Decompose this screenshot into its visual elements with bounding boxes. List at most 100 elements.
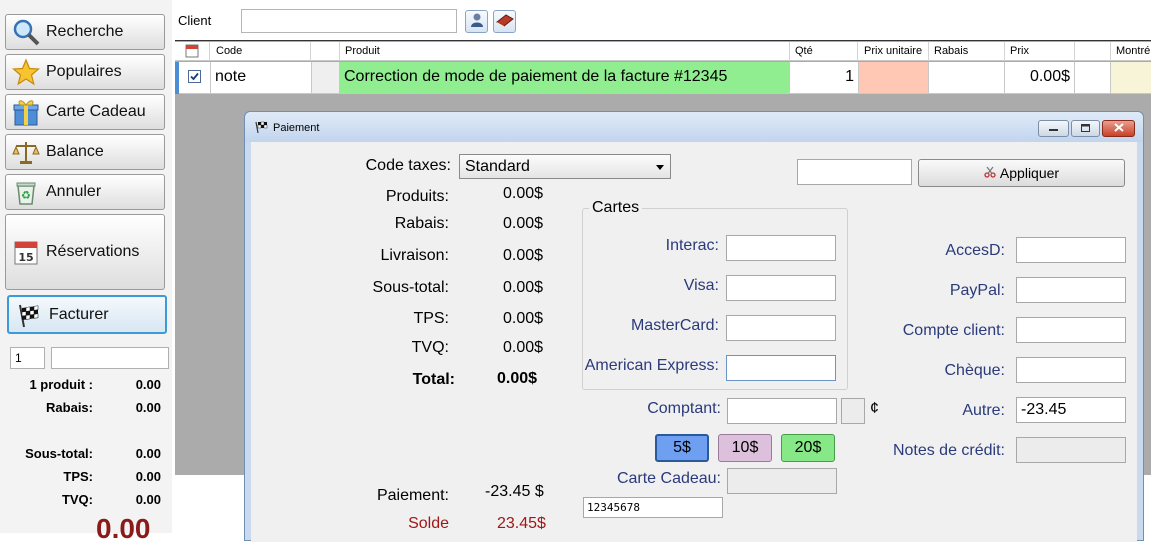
credit-notes-input[interactable] xyxy=(1016,437,1126,463)
cash-10-button[interactable]: 10$ xyxy=(718,434,772,462)
summary-discount-value: 0.00 xyxy=(135,400,161,415)
discount-value: 0.00$ xyxy=(503,215,544,232)
cash-label: Comptant: xyxy=(647,400,721,417)
reservations-button-label: Réservations xyxy=(46,243,140,260)
apply-button-label: Appliquer xyxy=(999,165,1060,181)
mastercard-label: MasterCard: xyxy=(630,317,719,334)
grid-header: Code Produit Qté Prix unitaire Rabais Pr… xyxy=(175,42,1151,61)
invoice-button[interactable]: Facturer xyxy=(7,295,167,334)
payment-dialog: Paiement Code taxes: Standard Appliquer … xyxy=(244,111,1144,542)
visa-label: Visa: xyxy=(683,277,719,294)
client-account-input[interactable] xyxy=(1016,317,1126,343)
mastercard-input[interactable] xyxy=(726,315,836,341)
chevron-down-icon xyxy=(656,165,664,170)
quantity-input[interactable]: 1 xyxy=(10,347,45,369)
row-product[interactable]: Correction de mode de paiement de la fac… xyxy=(340,62,790,94)
header-shown[interactable]: Montré xyxy=(1111,42,1151,61)
scale-icon xyxy=(9,137,43,167)
maximize-button[interactable] xyxy=(1071,120,1100,137)
tps-value: 0.00$ xyxy=(503,310,544,327)
cheque-input[interactable] xyxy=(1016,357,1126,383)
summary-tps-label: TPS: xyxy=(63,469,93,484)
visa-input[interactable] xyxy=(726,275,836,301)
gift-card-number-input[interactable]: 12345678 xyxy=(583,497,723,518)
popular-button[interactable]: Populaires xyxy=(5,54,165,90)
accesd-input[interactable] xyxy=(1016,237,1126,263)
gift-card-amount-input[interactable] xyxy=(727,468,837,494)
header-price[interactable]: Prix xyxy=(1005,42,1075,61)
minimize-button[interactable] xyxy=(1038,120,1069,137)
tvq-value: 0.00$ xyxy=(503,339,544,356)
interac-label: Interac: xyxy=(665,237,719,254)
client-search-button[interactable] xyxy=(465,10,488,33)
summary-discount-label: Rabais: xyxy=(46,400,93,415)
balance-label: Solde xyxy=(408,515,449,532)
cash-20-button[interactable]: 20$ xyxy=(781,434,835,462)
client-label: Client xyxy=(178,13,212,28)
accesd-label: AccesD: xyxy=(945,242,1005,259)
balance-button[interactable]: Balance xyxy=(5,134,165,170)
search-button[interactable]: Recherche xyxy=(5,14,165,50)
cancel-button-label: Annuler xyxy=(46,183,102,200)
cancel-button[interactable]: ♻ Annuler xyxy=(5,174,165,210)
summary-tps-value: 0.00 xyxy=(135,469,161,484)
products-value: 0.00$ xyxy=(503,185,544,202)
header-qty[interactable]: Qté xyxy=(790,42,858,61)
row-price[interactable]: 0.00$ xyxy=(1005,62,1075,94)
close-button[interactable] xyxy=(1102,120,1135,137)
client-book-button[interactable] xyxy=(493,10,516,33)
minimize-icon xyxy=(1049,124,1058,134)
search-button-label: Recherche xyxy=(46,23,124,40)
interac-input[interactable] xyxy=(726,235,836,261)
other-input[interactable]: -23.45 xyxy=(1016,397,1126,423)
cards-group-title: Cartes xyxy=(589,199,643,217)
reservations-button[interactable]: 15 Réservations xyxy=(5,214,165,290)
star-icon xyxy=(9,57,43,87)
client-account-label: Compte client: xyxy=(902,322,1005,339)
apply-button[interactable]: Appliquer xyxy=(918,159,1125,187)
dialog-titlebar[interactable]: Paiement xyxy=(245,112,1143,142)
paypal-input[interactable] xyxy=(1016,277,1126,303)
calendar-icon: 15 xyxy=(9,237,43,267)
dialog-flag-icon xyxy=(255,121,269,136)
header-discount[interactable]: Rabais xyxy=(929,42,1005,61)
header-code[interactable]: Code xyxy=(211,42,311,61)
amex-input[interactable] xyxy=(726,355,836,381)
total-value: 0.00$ xyxy=(497,370,538,387)
subtotal-label: Sous-total: xyxy=(372,279,449,296)
cash-5-button[interactable]: 5$ xyxy=(655,434,709,462)
discount-code-input[interactable] xyxy=(797,159,912,185)
payment-label: Paiement: xyxy=(376,487,449,504)
summary-tvq-value: 0.00 xyxy=(135,492,161,507)
row-spacer xyxy=(312,62,340,94)
header-unit-price[interactable]: Prix unitaire xyxy=(859,42,929,61)
summary-products-value: 0.00 xyxy=(135,377,161,392)
balance-button-label: Balance xyxy=(46,143,104,160)
balance-value: 23.45$ xyxy=(497,515,546,532)
delivery-value: 0.00$ xyxy=(503,247,544,264)
header-product[interactable]: Produit xyxy=(340,42,790,61)
book-icon xyxy=(495,12,514,31)
row-checkbox[interactable] xyxy=(179,62,211,94)
row-unit-price[interactable] xyxy=(859,62,929,94)
person-icon xyxy=(469,12,485,31)
row-discount[interactable] xyxy=(929,62,1005,94)
row-qty[interactable]: 1 xyxy=(790,62,859,94)
table-row[interactable]: note Correction de mode de paiement de l… xyxy=(175,62,1151,94)
subtotal-value: 0.00$ xyxy=(503,279,544,296)
amex-label: American Express: xyxy=(584,357,719,374)
client-input[interactable] xyxy=(241,9,457,33)
scissors-icon xyxy=(984,165,996,181)
row-spacer-2 xyxy=(1075,62,1111,94)
cash-input[interactable] xyxy=(727,398,837,424)
product-code-input[interactable] xyxy=(51,347,169,369)
gift-card-button[interactable]: Carte Cadeau xyxy=(5,94,165,130)
svg-text:15: 15 xyxy=(18,251,33,264)
checkered-flag-icon xyxy=(12,300,46,330)
tax-code-select[interactable]: Standard xyxy=(459,154,671,179)
row-shown[interactable] xyxy=(1111,62,1151,94)
other-label: Autre: xyxy=(962,402,1005,419)
row-code[interactable]: note xyxy=(211,62,312,94)
tax-code-value: Standard xyxy=(465,158,530,175)
dialog-body: Code taxes: Standard Appliquer Produits:… xyxy=(251,142,1137,542)
